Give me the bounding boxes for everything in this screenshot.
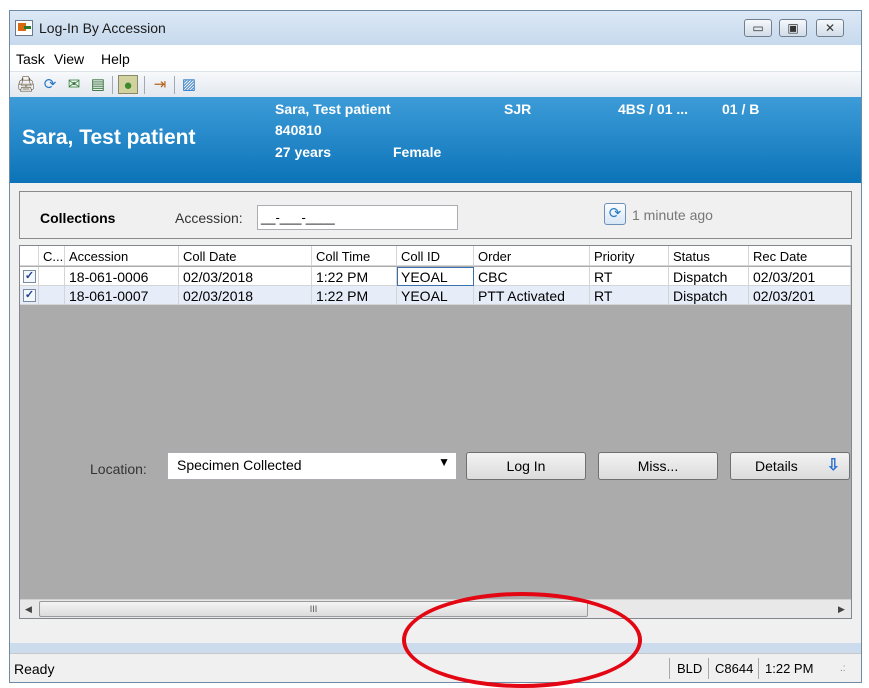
cell-coll-date: 02/03/2018 [179,267,312,286]
cell-priority: RT [590,267,669,286]
column-header-coll-id[interactable]: Coll ID [397,246,474,266]
column-header-coll-time[interactable]: Coll Time [312,246,397,266]
minimize-button[interactable]: ▭ [744,19,772,37]
refresh-icon[interactable]: ⟳ [604,203,626,225]
resize-grip-icon[interactable]: .: [840,663,846,674]
column-header-select[interactable] [20,246,39,266]
cell-coll-time: 1:22 PM [312,267,397,286]
title-bar: Log-In By Accession ▭ ▣ ✕ [10,11,861,45]
status-time: 1:22 PM [765,661,814,676]
message-icon[interactable]: ✉ [64,75,84,94]
scroll-left-icon[interactable]: ◀ [20,600,37,618]
status-separator [669,658,670,679]
details-label: Details [755,458,798,474]
location-value: Specimen Collected [177,457,302,473]
column-header-status[interactable]: Status [669,246,749,266]
patient-location: 4BS / 01 ... [618,101,689,117]
arrow-down-icon: ⇩ [826,457,840,474]
toolbar-separator [112,76,113,94]
patient-banner: Sara, Test patient Sara, Test patient 84… [10,97,861,183]
cell-coll-id[interactable]: YEOAL [397,267,474,286]
patient-bed: 01 / B [722,101,760,117]
comment-icon[interactable]: ● [118,75,138,94]
menu-help[interactable]: Help [101,51,130,67]
cell-coll-date: 02/03/2018 [179,286,312,305]
scrollbar-thumb[interactable]: III [39,601,588,617]
app-icon [15,20,33,36]
cell-coll-id: YEOAL [397,286,474,305]
patient-age: 27 years [275,144,332,160]
print-icon[interactable]: 🖨 [16,75,36,94]
collections-panel: Collections Accession: __-___-____ ⟳ 1 m… [10,183,861,643]
cell-status: Dispatch [669,286,749,305]
details-button[interactable]: Details ⇩ [730,452,850,480]
status-text: Ready [14,661,55,677]
location-label: Location: [90,461,147,477]
scroll-right-icon[interactable]: ▶ [833,600,850,618]
cell-status: Dispatch [669,267,749,286]
patient-mrn: 840810 [275,122,322,138]
cell-coll-time: 1:22 PM [312,286,397,305]
patient-name: Sara, Test patient [275,101,391,117]
toolbar: 🖨 ⟳ ✉ ▤ ● ⇥ ▨ [10,72,861,97]
cell-rec-date: 02/03/201 [749,267,851,286]
collections-title: Collections [40,210,116,226]
chevron-down-icon[interactable]: ▼ [438,455,450,469]
close-button[interactable]: ✕ [816,19,844,37]
column-header-priority[interactable]: Priority [590,246,669,266]
exit-icon[interactable]: ⇥ [150,75,170,94]
patient-name-large: Sara, Test patient [22,126,196,149]
status-separator [708,658,709,679]
status-dept: BLD [677,661,703,676]
menu-bar: Task View Help [10,45,861,72]
cell-priority: RT [590,286,669,305]
login-by-accession-window: Log-In By Accession ▭ ▣ ✕ Task View Help… [9,10,862,683]
cell-order: PTT Activated [474,286,590,305]
status-bar: Ready BLD C8644 1:22 PM .: [10,653,861,682]
toolbar-separator [144,76,145,94]
column-header-coll-date[interactable]: Coll Date [179,246,312,266]
document-icon[interactable]: ▤ [88,75,108,94]
status-separator [758,658,759,679]
window-title: Log-In By Accession [39,20,166,36]
toolbar-separator [174,76,175,94]
miss-button[interactable]: Miss... [598,452,718,480]
image-icon[interactable]: ▨ [179,75,199,94]
maximize-button[interactable]: ▣ [779,19,807,37]
cell-accession: 18-061-0006 [65,267,179,286]
cell-c [39,267,65,286]
accession-input[interactable]: __-___-____ [257,205,458,230]
location-dropdown[interactable]: Specimen Collected ▼ [167,452,457,480]
cell-c [39,286,65,305]
cell-order: CBC [474,267,590,286]
column-header-rec-date[interactable]: Rec Date [749,246,851,266]
horizontal-scrollbar[interactable]: ◀ III ▶ [20,599,851,618]
collections-grid: C... Accession Coll Date Coll Time Coll … [19,245,852,619]
collections-header: Collections Accession: __-___-____ ⟳ 1 m… [19,191,852,239]
refresh-icon[interactable]: ⟳ [40,75,60,94]
table-row[interactable]: ✓ 18-061-0006 02/03/2018 1:22 PM YEOAL C… [20,267,851,286]
column-header-order[interactable]: Order [474,246,590,266]
status-user: C8644 [715,661,754,676]
menu-view[interactable]: View [54,51,84,67]
column-header-c[interactable]: C... [39,246,65,266]
log-in-button[interactable]: Log In [466,452,586,480]
table-row[interactable]: ✓ 18-061-0007 02/03/2018 1:22 PM YEOAL P… [20,286,851,305]
last-refresh-text: 1 minute ago [632,207,713,223]
cell-accession: 18-061-0007 [65,286,179,305]
row-checkbox[interactable]: ✓ [23,270,36,283]
patient-sex: Female [393,144,442,160]
row-checkbox[interactable]: ✓ [23,289,36,302]
accession-label: Accession: [175,210,243,226]
patient-facility: SJR [504,101,532,117]
cell-rec-date: 02/03/201 [749,286,851,305]
column-header-accession[interactable]: Accession [65,246,179,266]
menu-task[interactable]: Task [16,51,45,67]
